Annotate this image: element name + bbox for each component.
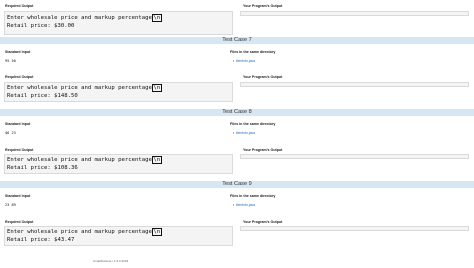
- newline-marker: \n: [151, 14, 162, 22]
- your-output-label: Your Program's Output: [243, 4, 283, 8]
- newline-marker: \n: [151, 228, 162, 236]
- output-line-1: Enter wholesale price and markup percent…: [7, 85, 152, 91]
- required-output-box: Enter wholesale price and markup percent…: [4, 154, 233, 174]
- files-label: Files in the same directory: [230, 194, 276, 198]
- files-label: Files in the same directory: [230, 122, 276, 126]
- file-link[interactable]: ItemInfo.java: [236, 203, 255, 207]
- output-line-2: Retail price: $108.36: [7, 165, 78, 171]
- required-output-label: Required Output: [5, 220, 34, 224]
- test-case-header[interactable]: Test Case 9: [0, 181, 474, 188]
- your-output-label: Your Program's Output: [243, 148, 283, 152]
- files-label: Files in the same directory: [230, 50, 276, 54]
- test-case-title: Test Case 9: [222, 181, 252, 187]
- file-list-item[interactable]: • ItemInfo.java: [233, 59, 255, 63]
- file-link[interactable]: ItemInfo.java: [236, 131, 255, 135]
- your-output-box: [240, 226, 469, 231]
- required-output-box: Enter wholesale price and markup percent…: [4, 11, 233, 35]
- standard-input-value: 95 50: [5, 59, 16, 63]
- page-footer: CodeWorkout • 1.0.0 2023: [93, 259, 129, 263]
- file-link[interactable]: ItemInfo.java: [236, 59, 255, 63]
- required-output-label: Required Output: [5, 75, 34, 79]
- your-output-box: [240, 82, 469, 87]
- required-output-box: Enter wholesale price and markup percent…: [4, 82, 233, 102]
- standard-input-label: Standard Input: [5, 122, 31, 126]
- file-list-item[interactable]: • ItemInfo.java: [233, 203, 255, 207]
- your-output-label: Your Program's Output: [243, 75, 283, 79]
- output-line-1: Enter wholesale price and markup percent…: [7, 229, 152, 235]
- your-output-box: [240, 154, 469, 159]
- required-output-box: Enter wholesale price and markup percent…: [4, 226, 233, 246]
- output-line-2: Retail price: $30.00: [7, 23, 75, 29]
- output-line-2: Retail price: $43.47: [7, 237, 75, 243]
- standard-input-label: Standard Input: [5, 194, 31, 198]
- test-case-title: Test Case 7: [222, 37, 252, 43]
- test-case-header[interactable]: Test Case 7: [0, 37, 474, 44]
- your-output-label: Your Program's Output: [243, 220, 283, 224]
- newline-marker: \n: [151, 84, 162, 92]
- test-case-title: Test Case 8: [222, 109, 252, 115]
- standard-input-value: 23 89: [5, 203, 16, 207]
- newline-marker: \n: [151, 156, 162, 164]
- output-line-1: Enter wholesale price and markup percent…: [7, 15, 152, 21]
- your-output-box: [240, 11, 469, 16]
- test-case-header[interactable]: Test Case 8: [0, 109, 474, 116]
- file-list-item[interactable]: • ItemInfo.java: [233, 131, 255, 135]
- output-line-1: Enter wholesale price and markup percent…: [7, 157, 152, 163]
- required-output-label: Required Output: [5, 148, 34, 152]
- standard-input-label: Standard Input: [5, 50, 31, 54]
- output-line-2: Retail price: $148.50: [7, 93, 78, 99]
- standard-input-value: $6 23: [5, 131, 16, 135]
- required-output-label: Required Output: [5, 4, 34, 8]
